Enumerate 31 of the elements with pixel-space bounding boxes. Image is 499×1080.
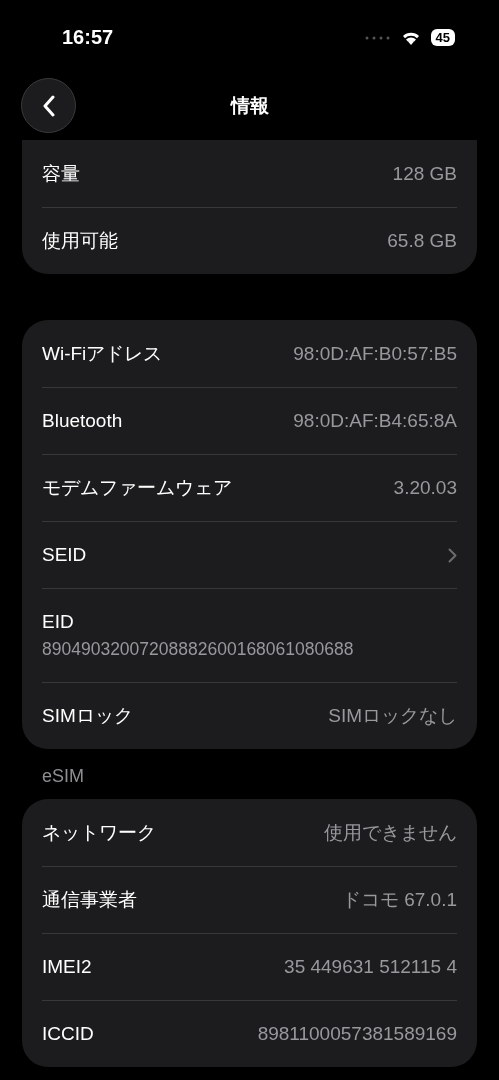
status-time: 16:57	[62, 26, 115, 49]
row-label: 通信事業者	[42, 888, 137, 912]
row-value: 35 449631 512115 4	[284, 956, 457, 978]
row-label: SIMロック	[42, 704, 133, 728]
row-value: 使用できません	[324, 820, 457, 845]
row-value: 98:0D:AF:B0:57:B5	[293, 342, 457, 365]
row-value: 128 GB	[392, 162, 457, 185]
row-label: EID	[42, 611, 74, 633]
row-label: モデムファームウェア	[42, 476, 232, 500]
page-title: 情報	[230, 94, 269, 118]
row-label: SEID	[42, 544, 87, 566]
battery-indicator: 45	[430, 29, 455, 46]
row-label: Bluetooth	[42, 410, 123, 432]
row-value: 98:0D:AF:B4:65:8A	[293, 410, 457, 432]
row-value: 8981100057381589169	[257, 1023, 457, 1045]
row-label: 使用可能	[42, 229, 118, 253]
row-value: ドコモ 67.0.1	[341, 888, 457, 912]
row-value: SIMロックなし	[328, 704, 457, 728]
row-label: ネットワーク	[42, 820, 156, 845]
row-value: 65.8 GB	[387, 230, 457, 252]
chevron-right-icon[interactable]	[448, 547, 457, 563]
row-value: 89049032007208882600168061080688	[42, 639, 354, 660]
row-label: ICCID	[42, 1023, 94, 1045]
row-label: Wi-Fiアドレス	[42, 341, 163, 366]
row-label: IMEI2	[42, 956, 92, 978]
row-label: 容量	[42, 161, 80, 186]
section-header: eSIM	[41, 765, 85, 788]
signal-icon	[364, 35, 391, 40]
row-value: 3.20.03	[393, 477, 457, 499]
chevron-left-icon	[41, 94, 56, 117]
wifi-icon	[400, 30, 421, 45]
